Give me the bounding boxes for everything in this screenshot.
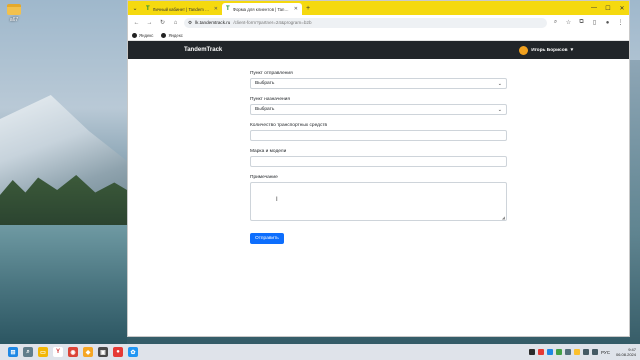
window-controls: — ☐ ✕ — [587, 1, 629, 15]
app-navbar: TandemTrack Игорь Борисов ▾ — [128, 41, 629, 59]
reload-icon[interactable]: ↻ — [158, 19, 167, 26]
bookmarks-bar: Яндекс Яндекс — [128, 30, 629, 41]
destination-value: Выбрать — [255, 107, 275, 112]
yandex-icon — [161, 32, 167, 38]
tray-app-icon[interactable] — [573, 349, 580, 355]
brand-logo[interactable]: TandemTrack — [184, 47, 222, 53]
app-icon-1[interactable]: ◆ — [83, 347, 93, 357]
wifi-icon[interactable] — [582, 349, 589, 355]
submit-button[interactable]: Отправить — [250, 233, 284, 244]
departure-label: Пункт отправления — [250, 71, 293, 76]
menu-kebab-icon[interactable]: ⋮ — [616, 19, 625, 26]
departure-select[interactable]: Выбрать ⌄ — [250, 78, 507, 89]
url-path: /client-form?partner=24&program=b2b — [233, 20, 312, 25]
tandemtrack-favicon-icon: T — [226, 6, 230, 12]
taskbar: ⊞ ⌕ ▭ Y ◉ ◆ ▣ ● ✿ РУС 9:47 06.08.2024 — [0, 344, 640, 360]
tray-app-icon[interactable] — [564, 349, 571, 355]
make-model-input[interactable] — [250, 156, 507, 167]
tray-app-icon[interactable] — [537, 349, 544, 355]
user-menu[interactable]: Игорь Борисов ▾ — [519, 45, 573, 55]
wallpaper-water — [0, 225, 127, 345]
app-icon-4[interactable]: ✿ — [128, 347, 138, 357]
bookmark-yandex-2[interactable]: Яндекс — [161, 32, 183, 38]
close-window-icon[interactable]: ✕ — [615, 1, 629, 15]
minimize-icon[interactable]: — — [587, 1, 601, 15]
app-icon-3[interactable]: ● — [113, 347, 123, 357]
tab-title: Форма для клиентов | Tandem... — [232, 6, 291, 12]
tab-list-chevron-icon[interactable]: ⌄ — [128, 1, 142, 15]
file-explorer-icon[interactable]: ▭ — [38, 347, 48, 357]
caret-down-icon: ▾ — [570, 47, 573, 53]
vehicle-count-input[interactable] — [250, 130, 507, 141]
tandemtrack-favicon-icon: T — [146, 6, 150, 12]
notes-label: Примечание — [250, 175, 278, 180]
forward-arrow-icon[interactable]: → — [145, 20, 154, 26]
bookmark-label: Яндекс — [139, 32, 154, 38]
destination-label: Пункт назначения — [250, 97, 290, 102]
make-model-label: Марка и модели — [250, 149, 287, 154]
zoom-icon[interactable]: ⌕ — [551, 19, 560, 26]
browser-toolbar: ← → ↻ ⌂ ⚙ lk.tandemtrack.ru/client-form?… — [128, 15, 629, 30]
taskbar-apps: ⊞ ⌕ ▭ Y ◉ ◆ ▣ ● ✿ — [8, 347, 138, 357]
desktop-folder-icon[interactable]: a67 — [3, 4, 25, 23]
volume-icon[interactable] — [591, 349, 598, 355]
home-icon[interactable]: ⌂ — [171, 20, 180, 26]
wallpaper-strip — [630, 60, 640, 350]
start-icon[interactable]: ⊞ — [8, 347, 18, 357]
back-arrow-icon[interactable]: ← — [132, 20, 141, 26]
tray-app-icon[interactable] — [528, 349, 535, 355]
desktop-folder-label: a67 — [9, 17, 19, 23]
tab-bar: ⌄ T Личный кабинет | Tandem Tr... ✕ T Фо… — [128, 1, 629, 15]
bookmark-label: Яндекс — [168, 32, 183, 38]
extensions-icon[interactable]: ⧉ — [577, 19, 586, 26]
destination-select[interactable]: Выбрать ⌄ — [250, 104, 507, 115]
vehicle-count-label: Количество транспортных средств — [250, 123, 328, 128]
tab-title: Личный кабинет | Tandem Tr... — [152, 6, 211, 12]
resize-grip-icon[interactable]: ◢ — [502, 215, 505, 220]
chevron-down-icon: ⌄ — [497, 106, 502, 113]
departure-value: Выбрать — [255, 81, 275, 86]
system-tray: РУС 9:47 06.08.2024 — [528, 347, 636, 357]
avatar — [519, 45, 529, 55]
folder-icon — [7, 4, 21, 15]
client-form: Пункт отправления Выбрать ⌄ Пункт назнач… — [250, 71, 507, 244]
clock-date: 06.08.2024 — [615, 352, 636, 357]
maximize-icon[interactable]: ☐ — [601, 1, 615, 15]
notes-textarea[interactable]: I ◢ — [250, 182, 507, 221]
language-indicator[interactable]: РУС — [601, 350, 610, 355]
yandex-icon — [132, 32, 137, 38]
close-icon[interactable]: ✕ — [294, 6, 298, 12]
url-host: lk.tandemtrack.ru — [195, 20, 231, 25]
bookmark-star-icon[interactable]: ☆ — [564, 19, 573, 26]
browser-window: ⌄ T Личный кабинет | Tandem Tr... ✕ T Фо… — [127, 0, 630, 337]
user-name: Игорь Борисов — [531, 47, 568, 53]
search-icon[interactable]: ⌕ — [23, 347, 33, 357]
chevron-down-icon: ⌄ — [497, 80, 502, 87]
text-cursor-icon: I — [276, 197, 278, 203]
clock[interactable]: 9:47 06.08.2024 — [616, 347, 636, 357]
tab-dashboard[interactable]: T Личный кабинет | Tandem Tr... ✕ — [142, 3, 222, 15]
tray-app-icon[interactable] — [546, 349, 553, 355]
close-icon[interactable]: ✕ — [214, 6, 218, 12]
bookmark-yandex-1[interactable]: Яндекс — [132, 32, 154, 38]
yandex-browser-icon[interactable]: Y — [53, 347, 63, 357]
app-icon-2[interactable]: ▣ — [98, 347, 108, 357]
new-tab-plus-icon[interactable]: + — [302, 3, 314, 15]
chrome-icon[interactable]: ◉ — [68, 347, 78, 357]
tab-client-form[interactable]: T Форма для клиентов | Tandem... ✕ — [222, 3, 302, 15]
tray-app-icon[interactable] — [555, 349, 562, 355]
profile-icon[interactable]: ● — [603, 20, 612, 26]
site-info-icon[interactable]: ⚙ — [188, 20, 192, 26]
side-panel-icon[interactable]: ▯ — [590, 19, 599, 26]
address-bar[interactable]: ⚙ lk.tandemtrack.ru/client-form?partner=… — [184, 17, 547, 28]
